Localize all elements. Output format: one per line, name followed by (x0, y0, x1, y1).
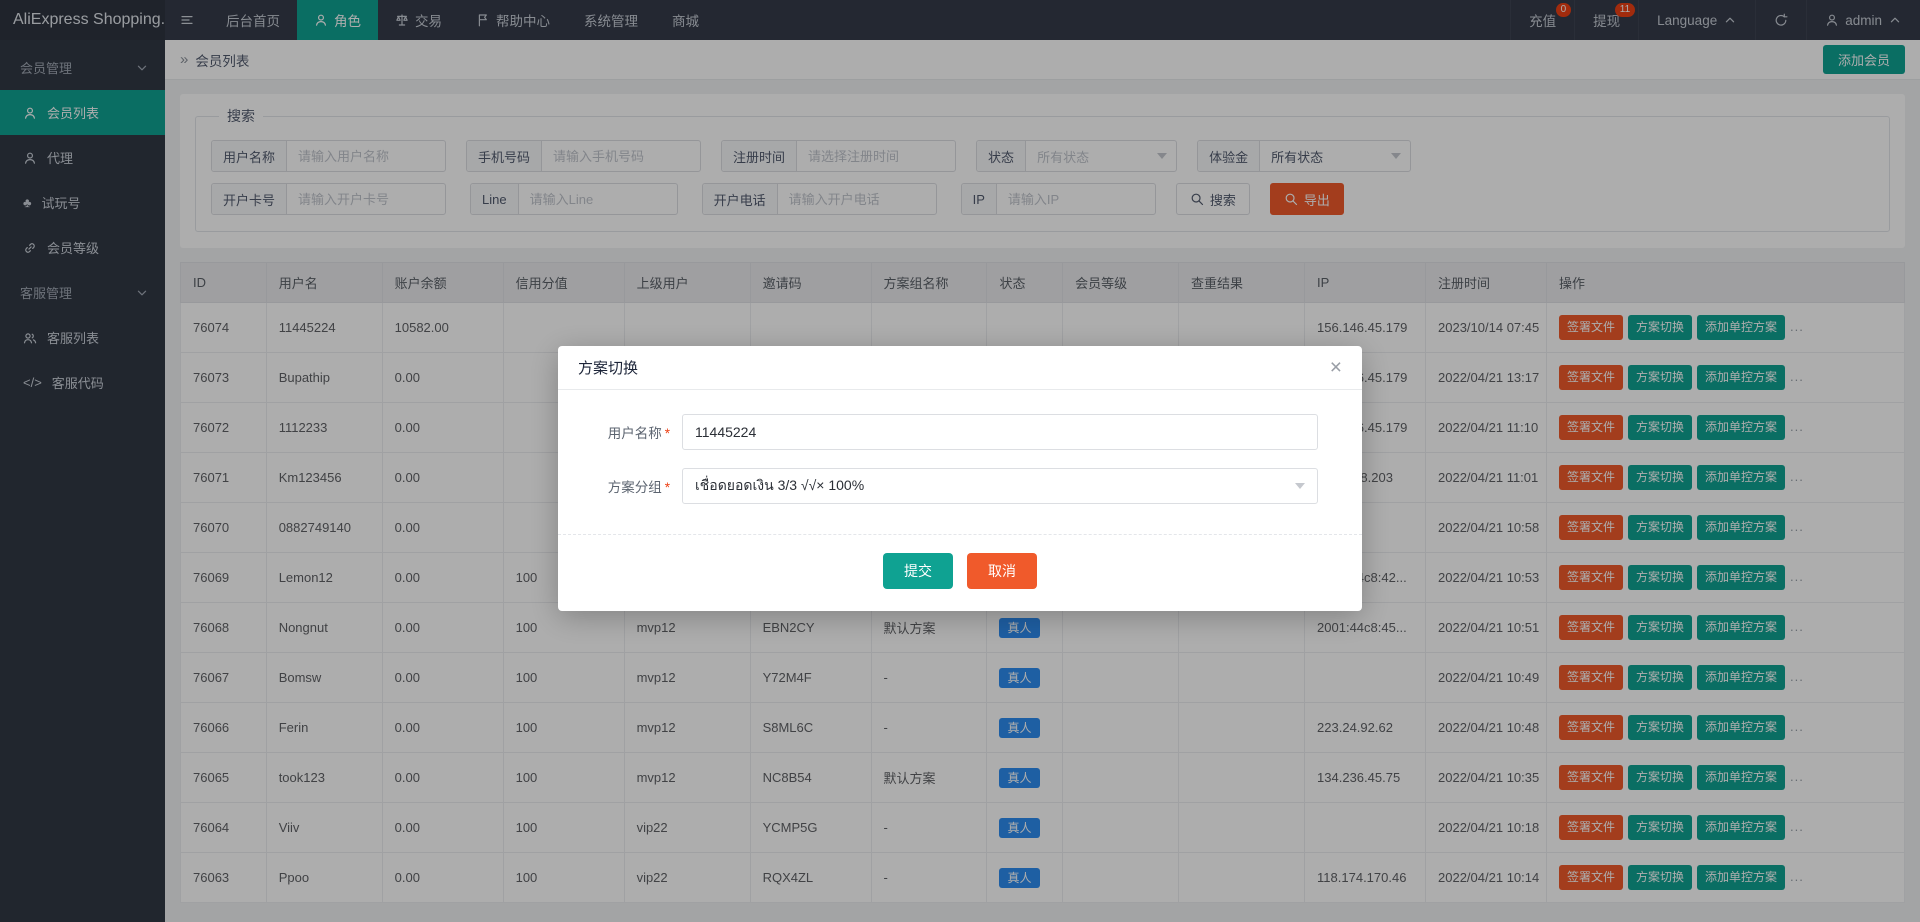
required-mark: * (665, 480, 670, 495)
modal-header: 方案切换 × (558, 346, 1362, 390)
username-input[interactable] (682, 414, 1318, 450)
modal-footer: 提交 取消 (558, 534, 1362, 611)
plan-switch-modal: 方案切换 × 用户名称* 方案分组* เชื่อดยอดเงิน 3/3 √√×… (558, 346, 1362, 611)
plan-group-select[interactable]: เชื่อดยอดเงิน 3/3 √√× 100% (682, 468, 1318, 504)
username-field-row: 用户名称* (574, 414, 1318, 450)
modal-body: 用户名称* 方案分组* เชื่อดยอดเงิน 3/3 √√× 100% (558, 390, 1362, 526)
plan-group-field-row: 方案分组* เชื่อดยอดเงิน 3/3 √√× 100% (574, 468, 1318, 504)
required-mark: * (665, 426, 670, 441)
modal-title: 方案切换 (578, 357, 638, 378)
username-label: 用户名称* (574, 422, 670, 442)
plan-group-value: เชื่อดยอดเงิน 3/3 √√× 100% (695, 475, 864, 497)
close-icon[interactable]: × (1330, 357, 1342, 378)
caret-down-icon (1295, 483, 1305, 489)
cancel-button[interactable]: 取消 (967, 553, 1037, 589)
plan-group-label: 方案分组* (574, 476, 670, 496)
submit-button[interactable]: 提交 (883, 553, 953, 589)
